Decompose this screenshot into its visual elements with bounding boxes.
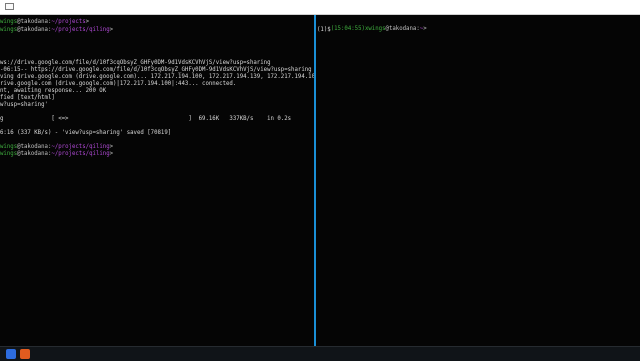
right-status-line: (1)$: [317, 27, 331, 33]
prompt-user: wings: [0, 151, 18, 157]
terminal-window-icon: [5, 3, 14, 10]
prompt-path: ~/projects: [51, 19, 86, 25]
left-terminal-pane[interactable]: wings@takodana:~/projects> wings@takodana…: [0, 15, 314, 346]
prompt-clock: (15:04:55): [330, 25, 365, 32]
windows-start-icon[interactable]: [6, 349, 16, 359]
prompt-path: ~/projects/qiling: [51, 144, 110, 150]
terminal-output-line: w?usp=sharing': [0, 102, 48, 108]
window-titlebar: [0, 0, 640, 15]
terminal-output-line: fied [text/html]: [0, 95, 55, 101]
right-prompt-line: (15:04:55)xwings@takodana:~>: [330, 25, 427, 32]
prompt-user: wings: [0, 144, 18, 150]
terminal-output-line: ws://drive.google.com/file/d/10f3cqObsyZ…: [0, 60, 271, 66]
prompt-path: ~/projects/qiling: [51, 151, 110, 157]
prompt-host: takodana: [20, 27, 48, 33]
prompt-host: takodana: [20, 144, 48, 150]
prompt-user: xwings: [364, 25, 386, 32]
prompt-host: takodana: [20, 19, 48, 25]
terminal-prompt-line: wings@takodana:~/projects/qiling>: [0, 144, 114, 150]
terminal-output-line: 6:16 (337 KB/s) - 'view?usp=sharing' sav…: [0, 130, 172, 136]
terminal-output-line: rive.google.com (drive.google.com)|172.2…: [0, 81, 237, 87]
terminal-output-line: nt, awaiting response... 200 OK: [0, 88, 107, 94]
terminal-prompt-line: wings@takodana:~/projects/qiling>: [0, 27, 114, 33]
prompt-path: ~/projects/qiling: [51, 27, 110, 33]
terminal-output-line: ving drive.google.com (drive.google.com)…: [0, 74, 314, 80]
terminal-prompt-line: wings@takodana:~/projects>: [0, 19, 90, 25]
prompt-user: wings: [0, 27, 18, 33]
prompt-host: takodana: [388, 25, 417, 32]
taskbar: [0, 346, 640, 361]
prompt-user: wings: [0, 19, 18, 25]
firefox-icon[interactable]: [20, 349, 30, 359]
right-terminal-pane[interactable]: (15:04:55)xwings@takodana:~> (1)$: [316, 15, 640, 346]
terminal-output-line: -06:15-- https://drive.google.com/file/d…: [0, 67, 312, 73]
terminal-output-line: g [ <=> ] 69.16K 337KB/s in 0.2s: [0, 116, 292, 122]
terminal-prompt-line: wings@takodana:~/projects/qiling>: [0, 151, 114, 157]
prompt-host: takodana: [20, 151, 48, 157]
